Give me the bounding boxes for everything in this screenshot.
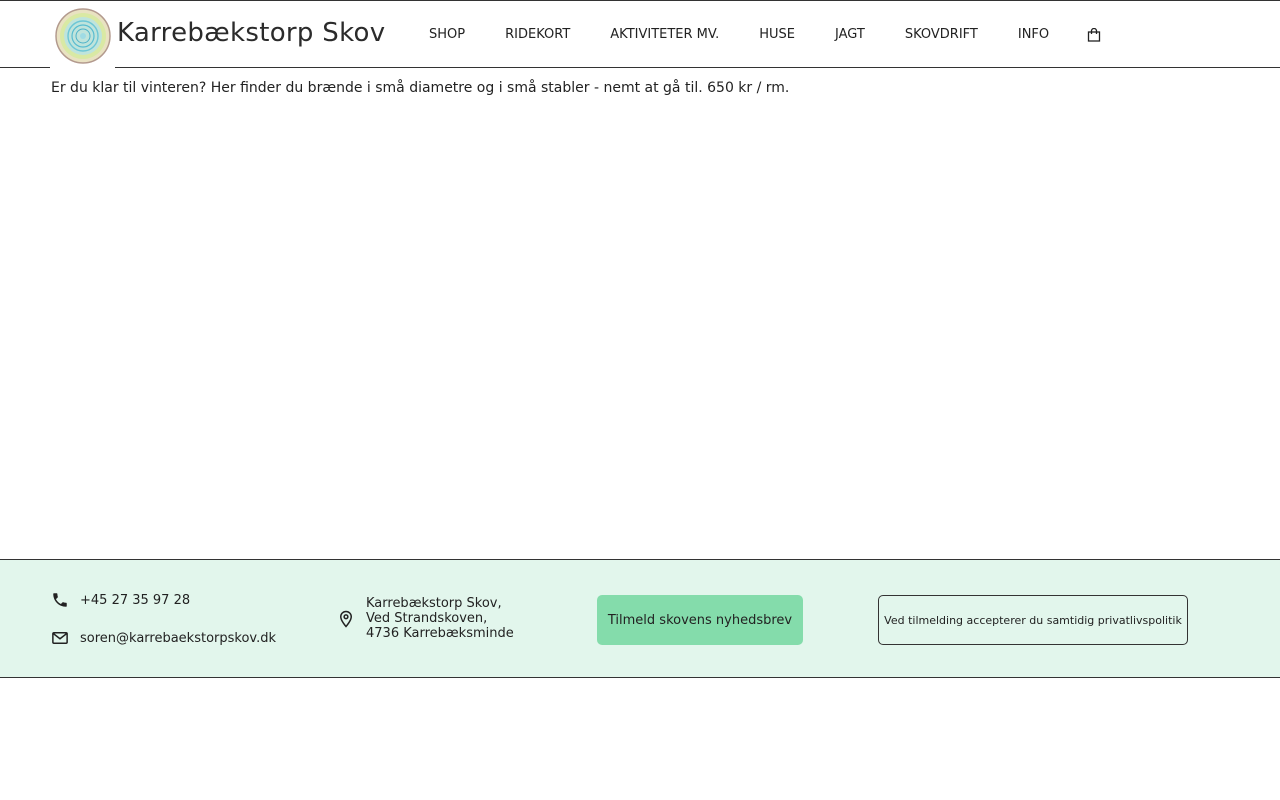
address-line-2: Ved Strandskoven,	[366, 611, 488, 626]
address-line-3: 4736 Karrebæksminde	[366, 626, 514, 641]
nav-jagt[interactable]: JAGT	[815, 1, 885, 69]
privacy-policy-text: Ved tilmelding accepterer du samtidig pr…	[884, 613, 1182, 627]
email-address: soren@karrebaekstorpskov.dk	[80, 630, 277, 646]
site-footer: +45 27 35 97 28 soren@karrebaekstorpskov…	[0, 559, 1280, 678]
mail-icon	[52, 632, 68, 644]
nav-aktiviteter[interactable]: AKTIVITETER MV.	[590, 1, 739, 69]
nav-info[interactable]: INFO	[998, 1, 1069, 69]
site-logo[interactable]	[50, 3, 115, 69]
nav-huse[interactable]: HUSE	[739, 1, 815, 69]
newsletter-signup-button[interactable]: Tilmeld skovens nyhedsbrev	[597, 595, 803, 645]
phone-contact[interactable]: +45 27 35 97 28	[51, 591, 190, 609]
privacy-policy-notice[interactable]: Ved tilmelding accepterer du samtidig pr…	[878, 595, 1188, 645]
address-line-1: Karrebækstorp Skov,	[366, 596, 502, 611]
email-contact[interactable]: soren@karrebaekstorpskov.dk	[51, 629, 276, 647]
tree-ring-logo-icon	[54, 8, 111, 64]
address-block: Karrebækstorp Skov, Ved Strandskoven, 47…	[337, 596, 514, 641]
shopping-bag-icon	[1087, 28, 1101, 42]
cart-button[interactable]	[1069, 1, 1119, 69]
site-title[interactable]: Karrebækstorp Skov	[117, 18, 385, 48]
intro-text: Er du klar til vinteren? Her finder du b…	[51, 80, 790, 96]
address-lines: Karrebækstorp Skov, Ved Strandskoven, 47…	[366, 596, 514, 641]
nav-ridekort[interactable]: RIDEKORT	[485, 1, 590, 69]
nav-shop[interactable]: SHOP	[409, 1, 485, 69]
location-pin-icon	[339, 610, 353, 628]
phone-number: +45 27 35 97 28	[80, 592, 191, 608]
phone-icon	[53, 593, 67, 607]
site-header: Karrebækstorp Skov SHOP RIDEKORT AKTIVIT…	[0, 0, 1280, 69]
nav-skovdrift[interactable]: SKOVDRIFT	[885, 1, 998, 69]
main-nav: SHOP RIDEKORT AKTIVITETER MV. HUSE JAGT …	[409, 1, 1119, 69]
